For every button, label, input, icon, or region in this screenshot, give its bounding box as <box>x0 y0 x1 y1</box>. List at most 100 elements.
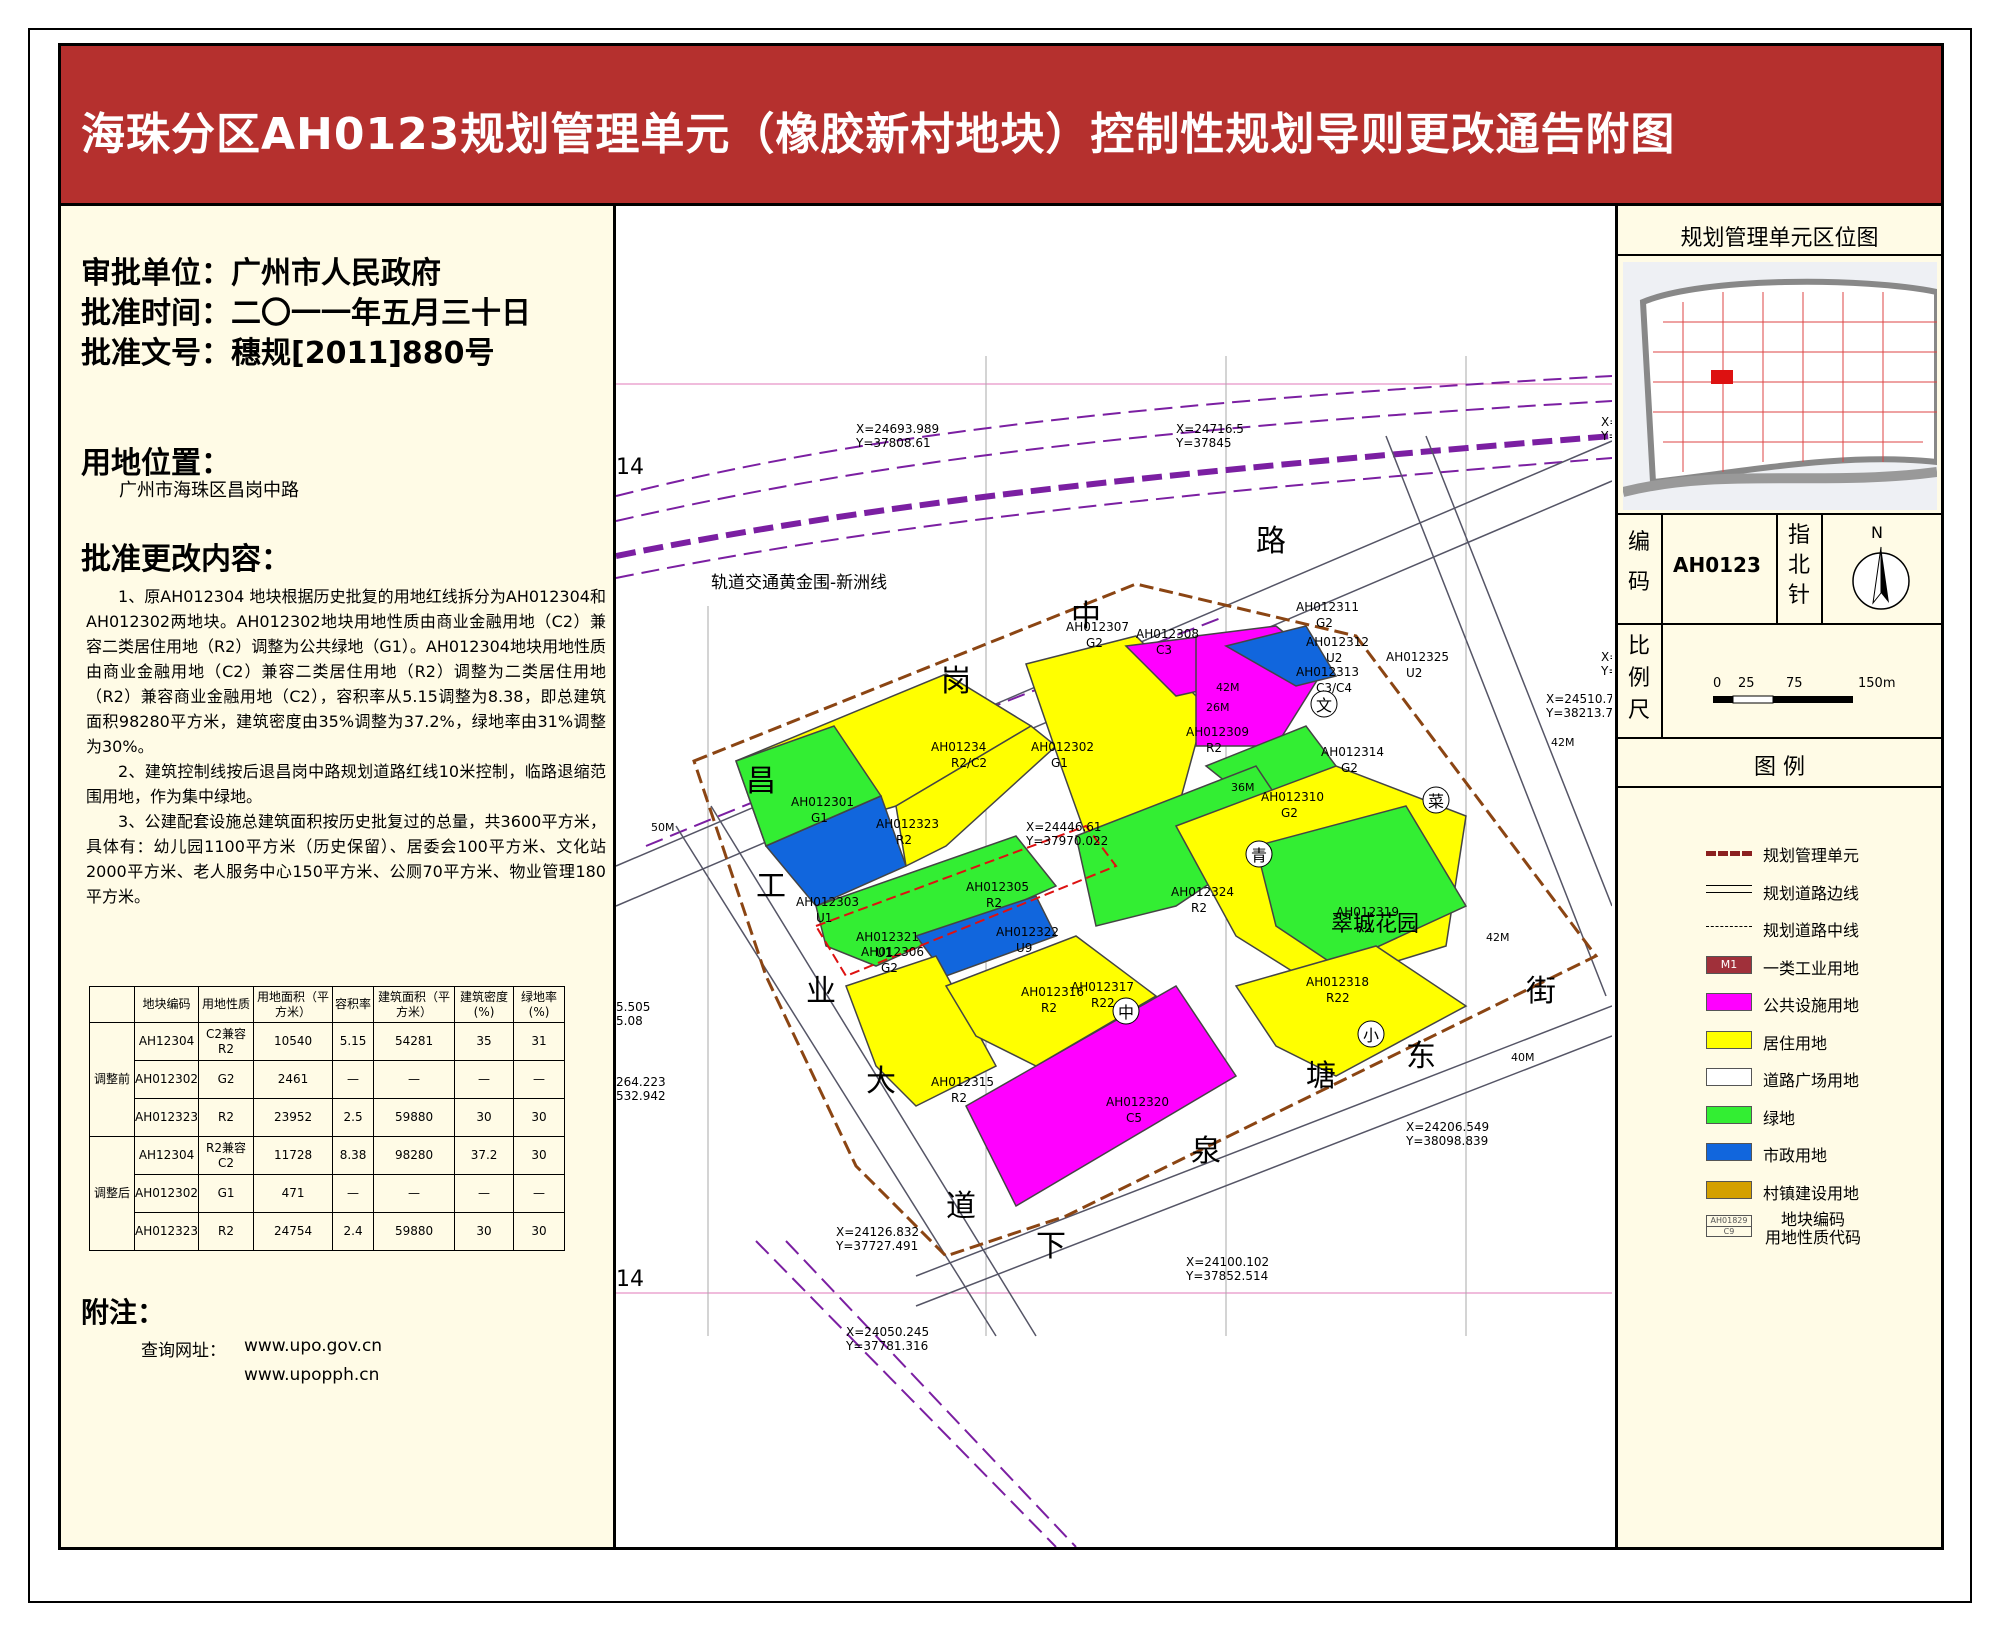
table-cell: 98280 <box>373 1136 456 1175</box>
coordinate-label: Y=38213.73 <box>1545 706 1612 720</box>
table-cell: 11728 <box>253 1136 334 1175</box>
coordinate-label: 5.08 <box>616 1014 643 1028</box>
legend-item: 规划管理单元 <box>1706 840 1941 865</box>
notes-heading: 附注： <box>81 1296 166 1329</box>
code-label-cell: 编码 <box>1618 513 1663 623</box>
legend-label-line: 用地性质代码 <box>1765 1228 1862 1247</box>
table-header: 绿地率(%) <box>513 986 566 1023</box>
road-label: 东 <box>1406 1039 1436 1074</box>
legend-label: 公共设施用地 <box>1763 996 1860 1015</box>
legend-item: M1 一类工业用地 <box>1706 953 1941 978</box>
divider <box>1618 254 1941 256</box>
road-label: 塘 <box>1306 1059 1336 1094</box>
legend-title: 图 例 <box>1754 755 1805 780</box>
facility-label: 文 <box>1316 696 1332 715</box>
query-label: 查询网址： <box>141 1341 226 1361</box>
table-cell: 2461 <box>253 1060 334 1099</box>
parcel-use-code: U2 <box>1406 666 1422 680</box>
parcel-use-code: G2 <box>1316 616 1333 630</box>
table-cell: G2 <box>198 1060 255 1099</box>
parcel-code: AH012320 <box>1106 1095 1169 1109</box>
coordinate-label: 5.505 <box>616 1000 650 1014</box>
side-panel: 规划管理单元区位图 编码 AH0123 指北针 N 比例尺 0 25 75 15… <box>1618 206 1941 1547</box>
scale-label-cell: 比例尺 <box>1618 623 1663 737</box>
legend-label-line: 地块编码 <box>1781 1210 1846 1229</box>
url-link-1[interactable]: www.upo.gov.cn <box>244 1336 382 1356</box>
north-label-cell: 指北针 <box>1778 513 1823 623</box>
table-cell: — <box>332 1174 375 1213</box>
parcel-code: AH012306 <box>861 945 924 959</box>
parcel-code: AH012307 <box>1066 620 1129 634</box>
road-width-label: 26M <box>1206 701 1230 714</box>
edge-mark: 14 <box>616 455 644 480</box>
change-paragraph-1: 1、原AH012304 地块根据历史批复的用地红线拆分为AH012304和AH0… <box>86 587 606 756</box>
info-panel: 审批单位：广州市人民政府 批准时间：二〇一一年五月三十日 批准文号：穗规[201… <box>61 206 616 1547</box>
table-cell: — <box>373 1060 456 1099</box>
parcel-use-code: R2 <box>1041 1001 1057 1015</box>
road-label: 岗 <box>941 664 971 699</box>
parcel-code: AH012310 <box>1261 790 1324 804</box>
coordinate-label: X=24716.5 <box>1176 422 1244 436</box>
facility-label: 中 <box>1118 1003 1134 1022</box>
legend-label: 居住用地 <box>1763 1033 1828 1053</box>
table-header: 地块编码 <box>133 986 200 1023</box>
road-label: 昌 <box>746 764 776 799</box>
legend-label: 规划道路中线 <box>1763 921 1860 940</box>
legend-label: 绿地 <box>1763 1108 1796 1128</box>
parcel-code: AH012312 <box>1306 635 1369 649</box>
metro-label: 轨道交通黄金围-新洲线 <box>711 573 887 593</box>
parcel-code: AH012325 <box>1386 650 1449 664</box>
table-cell: — <box>373 1174 456 1213</box>
parcel-use-code: C3 <box>1156 643 1172 657</box>
legend-item: 居住用地 <box>1706 1028 1941 1053</box>
road-width-label: 36M <box>1231 781 1255 794</box>
table-cell: 30 <box>454 1212 515 1251</box>
parcel-use-code: G2 <box>1341 761 1358 775</box>
table-cell: R2 <box>198 1212 255 1251</box>
table-cell: C2兼容R2 <box>198 1022 255 1061</box>
facility-label: 小 <box>1363 1026 1379 1045</box>
coordinate-label: 264.223 <box>616 1075 666 1089</box>
table-group-label: 调整后 <box>89 1136 135 1251</box>
table-header: 容积率 <box>332 986 375 1023</box>
locator-map <box>1623 262 1937 510</box>
code-value: AH0123 <box>1673 553 1761 577</box>
table-cell: 59880 <box>373 1098 456 1137</box>
legend-item: 道路广场用地 <box>1706 1065 1941 1090</box>
coordinate-label: Y=37781.316 <box>845 1339 928 1353</box>
table-header-corner <box>89 986 135 1023</box>
table-cell: 30 <box>513 1136 566 1175</box>
code-label: 编码 <box>1628 530 1651 595</box>
approval-date: 批准时间：二〇一一年五月三十日 <box>81 296 531 331</box>
table-cell: 37.2 <box>454 1136 515 1175</box>
changes-heading: 批准更改内容： <box>81 542 291 577</box>
facility-label: 菜 <box>1428 792 1444 811</box>
legend-swatch <box>1706 1180 1752 1199</box>
legend-label: 规划道路边线 <box>1763 883 1860 903</box>
parcel-code: AH012314 <box>1321 745 1384 759</box>
url-link-2[interactable]: www.upopph.cn <box>244 1365 379 1385</box>
table-cell: — <box>332 1060 375 1099</box>
road-width-label: 42M <box>1486 931 1510 944</box>
table-cell: 2.4 <box>332 1212 375 1251</box>
parcel-code: AH012308 <box>1136 627 1199 641</box>
north-arrow-cell: N <box>1823 513 1941 623</box>
table-cell: AH012302 <box>133 1060 200 1099</box>
table-cell: 5.15 <box>332 1022 375 1061</box>
parcel-code: AH012322 <box>996 925 1059 939</box>
table-cell: AH12304 <box>133 1136 200 1175</box>
parcel-code: AH012311 <box>1296 600 1359 614</box>
table-cell: 23952 <box>253 1098 334 1137</box>
table-header: 用地面积（平方米） <box>253 986 334 1023</box>
parcel-use-code: R2/C2 <box>951 756 987 770</box>
table-cell: AH12304 <box>133 1022 200 1061</box>
parcel-use-code: R22 <box>1091 996 1115 1010</box>
parcel-use-code: R22 <box>1326 991 1350 1005</box>
map-canvas: 中路岗昌工业大道下泉塘东街轨道交通黄金围-新洲线翠城花园26M36M42M42M… <box>616 356 1615 1547</box>
legend-item: 市政用地 <box>1706 1140 1941 1165</box>
table-header: 用地性质 <box>198 986 255 1023</box>
north-label: 指北针 <box>1788 523 1811 608</box>
change-paragraph-3: 3、公建配套设施总建筑面积按历史批复过的总量，共3600平方米，具体有：幼儿园1… <box>86 812 606 906</box>
parcel-code: AH012309 <box>1186 725 1249 739</box>
legend-item: 绿地 <box>1706 1103 1941 1128</box>
